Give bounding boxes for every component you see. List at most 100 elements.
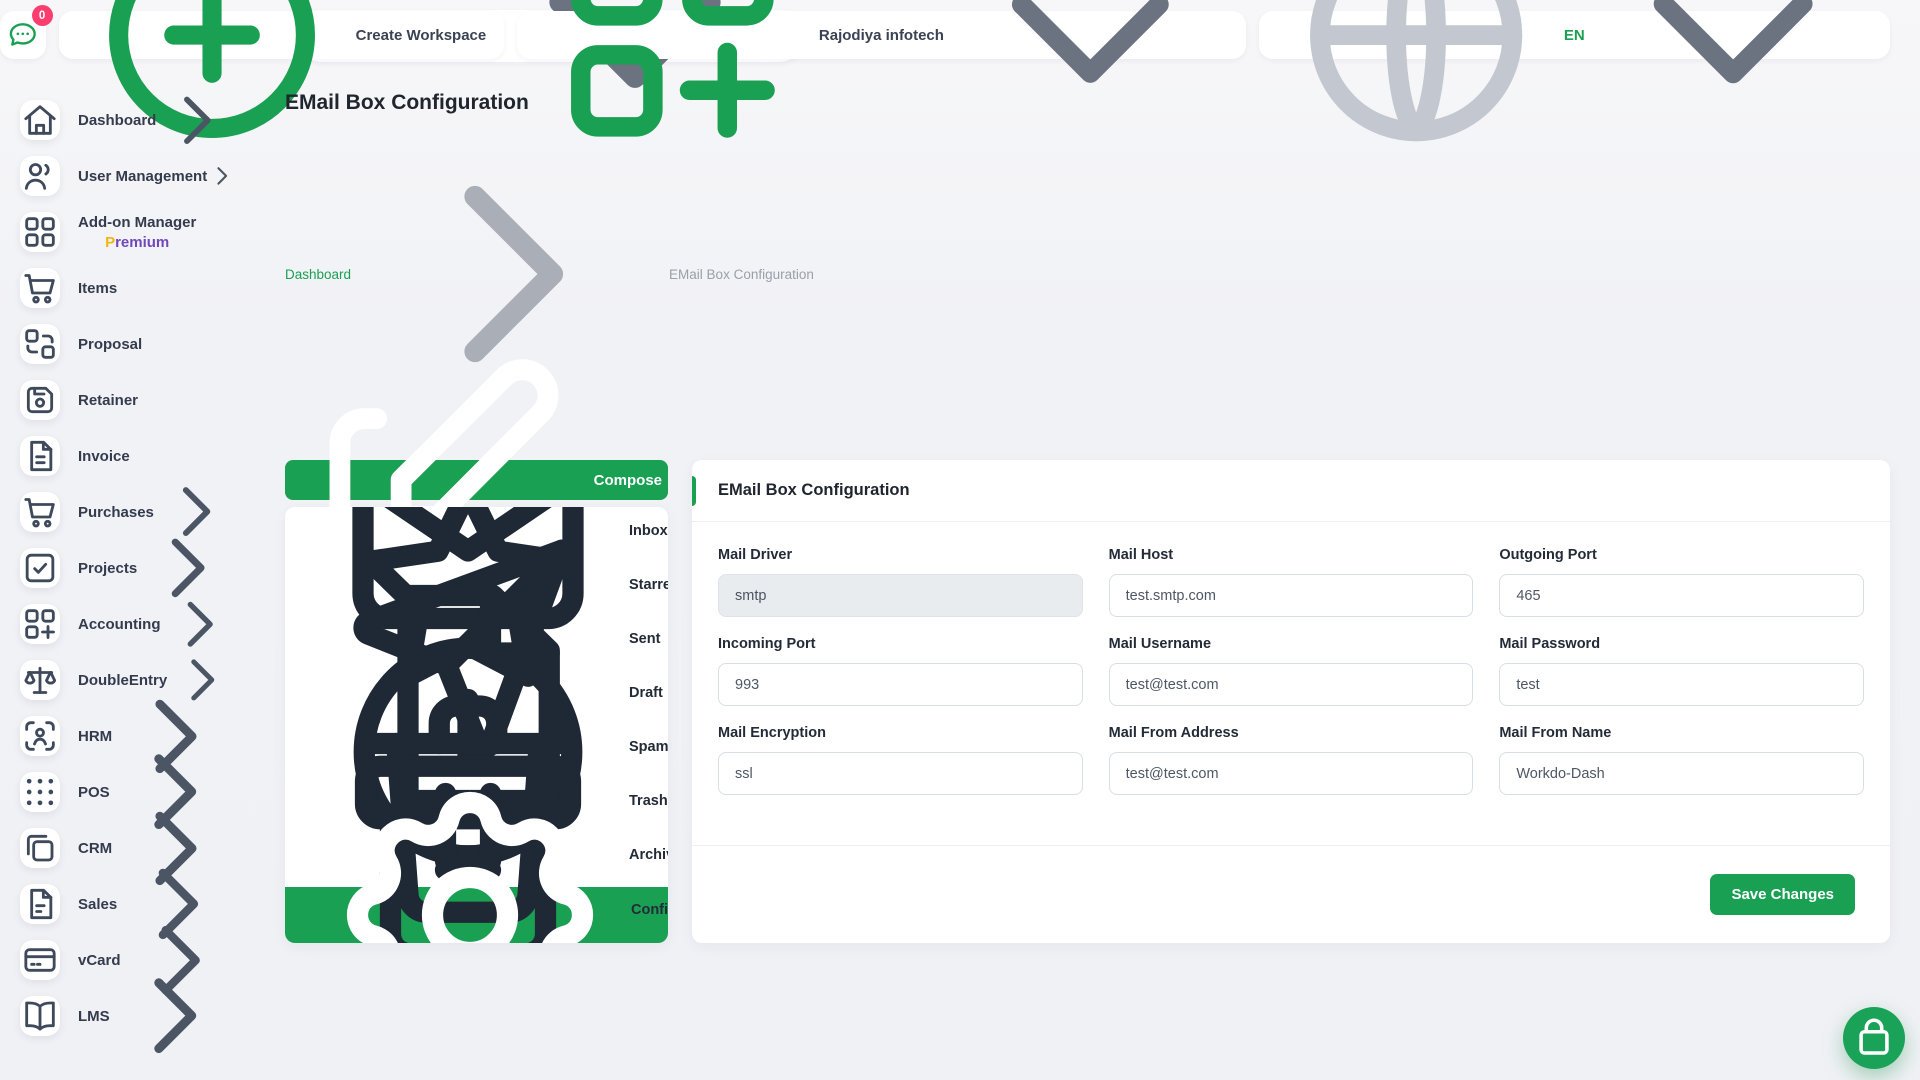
- sidebar-item-label: CRM: [78, 840, 112, 857]
- sidebar-item-label: Projects: [78, 560, 137, 577]
- chevron-right-icon: [156, 80, 237, 161]
- sidebar-item-invoice[interactable]: Invoice: [20, 428, 285, 484]
- sidebar-item-proposal[interactable]: Proposal: [20, 316, 285, 372]
- sidebar-item-dashboard[interactable]: Dashboard: [20, 92, 285, 148]
- card-accent-bar: [692, 476, 696, 506]
- credit-card-icon: [20, 940, 60, 980]
- transform-icon: [20, 324, 60, 364]
- mail-password-input[interactable]: [1499, 663, 1864, 706]
- sidebar-item-label: User Management: [78, 168, 207, 185]
- chevron-right-icon: [110, 952, 237, 1079]
- messages-button[interactable]: 0: [0, 11, 46, 59]
- mail-encryption-input[interactable]: [718, 752, 1083, 795]
- language-code: EN: [1564, 27, 1585, 44]
- field-label: Mail Username: [1109, 636, 1474, 652]
- compose-label: Compose: [594, 472, 662, 489]
- create-workspace-button[interactable]: Create Workspace: [59, 11, 505, 59]
- sidebar-item-lms[interactable]: LMS: [20, 988, 285, 1044]
- sidebar: Dashboard User Management Add-on Manager…: [0, 70, 285, 1080]
- mail-driver-input[interactable]: [718, 574, 1083, 617]
- sidebar-item-label: Retainer: [78, 392, 138, 409]
- sidebar-item-user-management[interactable]: User Management: [20, 148, 285, 204]
- card-header: EMail Box Configuration: [692, 460, 1890, 522]
- mail-from-name-field: Mail From Name: [1499, 725, 1864, 795]
- create-workspace-label: Create Workspace: [356, 27, 487, 44]
- mail-password-field: Mail Password: [1499, 636, 1864, 706]
- users-icon: [20, 156, 60, 196]
- sidebar-item-items[interactable]: Items: [20, 260, 285, 316]
- card-title: EMail Box Configuration: [718, 481, 1864, 500]
- compose-button[interactable]: Compose: [285, 460, 668, 500]
- mail-username-field: Mail Username: [1109, 636, 1474, 706]
- mail-nav: Compose Inbox Starred Sent Draft Spam Tr…: [285, 460, 668, 943]
- cart-fab-button[interactable]: [1843, 1007, 1905, 1069]
- sidebar-item-label: Dashboard: [78, 112, 156, 129]
- sidebar-item-label: POS: [78, 784, 110, 801]
- sidebar-item-label: Accounting: [78, 616, 161, 633]
- field-label: Outgoing Port: [1499, 547, 1864, 563]
- sidebar-item-retainer[interactable]: Retainer: [20, 372, 285, 428]
- card-footer: Save Changes: [692, 845, 1890, 943]
- chevron-right-icon: [207, 161, 237, 191]
- field-label: Incoming Port: [718, 636, 1083, 652]
- language-menu[interactable]: EN: [1259, 11, 1890, 59]
- sidebar-item-label: LMS: [78, 1008, 110, 1025]
- workspace-menu[interactable]: Rajodiya infotech: [517, 11, 1245, 59]
- outgoing-port-input[interactable]: [1499, 574, 1864, 617]
- mail-folder-label: Inbox: [629, 523, 668, 539]
- gear-icon: [320, 765, 620, 943]
- sidebar-item-projects[interactable]: Projects: [20, 540, 285, 596]
- sidebar-item-label: Sales: [78, 896, 117, 913]
- checkbox-icon: [20, 548, 60, 588]
- mail-folder-configuration[interactable]: Configuration: [285, 887, 668, 943]
- user-scan-icon: [20, 716, 60, 756]
- floppy-icon: [20, 380, 60, 420]
- incoming-port-input[interactable]: [718, 663, 1083, 706]
- main-content: EMail Box Configuration Dashboard EMail …: [285, 70, 1920, 1080]
- mail-folder-label: Trash: [629, 793, 668, 809]
- outgoing-port-field: Outgoing Port: [1499, 547, 1864, 617]
- mail-from-name-input[interactable]: [1499, 752, 1864, 795]
- topbar: DASH Rajodiya infotech 0 Create Workspac…: [0, 0, 1920, 70]
- mail-folder-label: Draft: [629, 685, 663, 701]
- mail-driver-field: Mail Driver: [718, 547, 1083, 617]
- grid-plus-icon: [20, 604, 60, 644]
- mail-folder-label: Archive: [629, 847, 668, 863]
- messages-badge: 0: [32, 5, 53, 26]
- shopping-bag-icon: [1849, 1013, 1899, 1063]
- dots-grid-icon: [20, 772, 60, 812]
- mail-folder-label: Configuration: [631, 902, 668, 918]
- save-changes-button[interactable]: Save Changes: [1710, 874, 1855, 915]
- incoming-port-field: Incoming Port: [718, 636, 1083, 706]
- mail-host-input[interactable]: [1109, 574, 1474, 617]
- field-label: Mail From Address: [1109, 725, 1474, 741]
- mail-from-address-input[interactable]: [1109, 752, 1474, 795]
- mail-encryption-field: Mail Encryption: [718, 725, 1083, 795]
- sidebar-item-label: HRM: [78, 728, 112, 745]
- field-label: Mail From Name: [1499, 725, 1864, 741]
- field-label: Mail Host: [1109, 547, 1474, 563]
- page-title: EMail Box Configuration: [285, 91, 1890, 115]
- sidebar-item-label: Proposal: [78, 336, 142, 353]
- sidebar-item-add-on-manager[interactable]: Add-on Manager Premium: [20, 204, 285, 260]
- topbar-actions: 0 Create Workspace Rajodiya infotech EN: [0, 11, 1890, 59]
- sidebar-item-label: Add-on Manager: [78, 214, 196, 231]
- field-label: Mail Driver: [718, 547, 1083, 563]
- mail-username-input[interactable]: [1109, 663, 1474, 706]
- email-config-form: Mail Driver Mail Host Outgoing Port Inco…: [692, 522, 1890, 845]
- book-icon: [20, 996, 60, 1036]
- app-screen: DASH Rajodiya infotech 0 Create Workspac…: [0, 0, 1920, 1080]
- addon-grid-icon: [20, 212, 60, 252]
- breadcrumb-dashboard-link[interactable]: Dashboard: [285, 267, 351, 282]
- breadcrumb-current: EMail Box Configuration: [669, 267, 814, 282]
- premium-badge: Premium: [78, 234, 196, 251]
- field-label: Mail Encryption: [718, 725, 1083, 741]
- mail-folder-label: Spam: [629, 739, 668, 755]
- sidebar-item-label: Items: [78, 280, 117, 297]
- content-row: Compose Inbox Starred Sent Draft Spam Tr…: [285, 460, 1890, 943]
- email-config-card: EMail Box Configuration Mail Driver Mail…: [692, 460, 1890, 943]
- mail-from-address-field: Mail From Address: [1109, 725, 1474, 795]
- cart-icon: [20, 268, 60, 308]
- mail-folder-label: Starred: [629, 577, 668, 593]
- invoice-icon: [20, 436, 60, 476]
